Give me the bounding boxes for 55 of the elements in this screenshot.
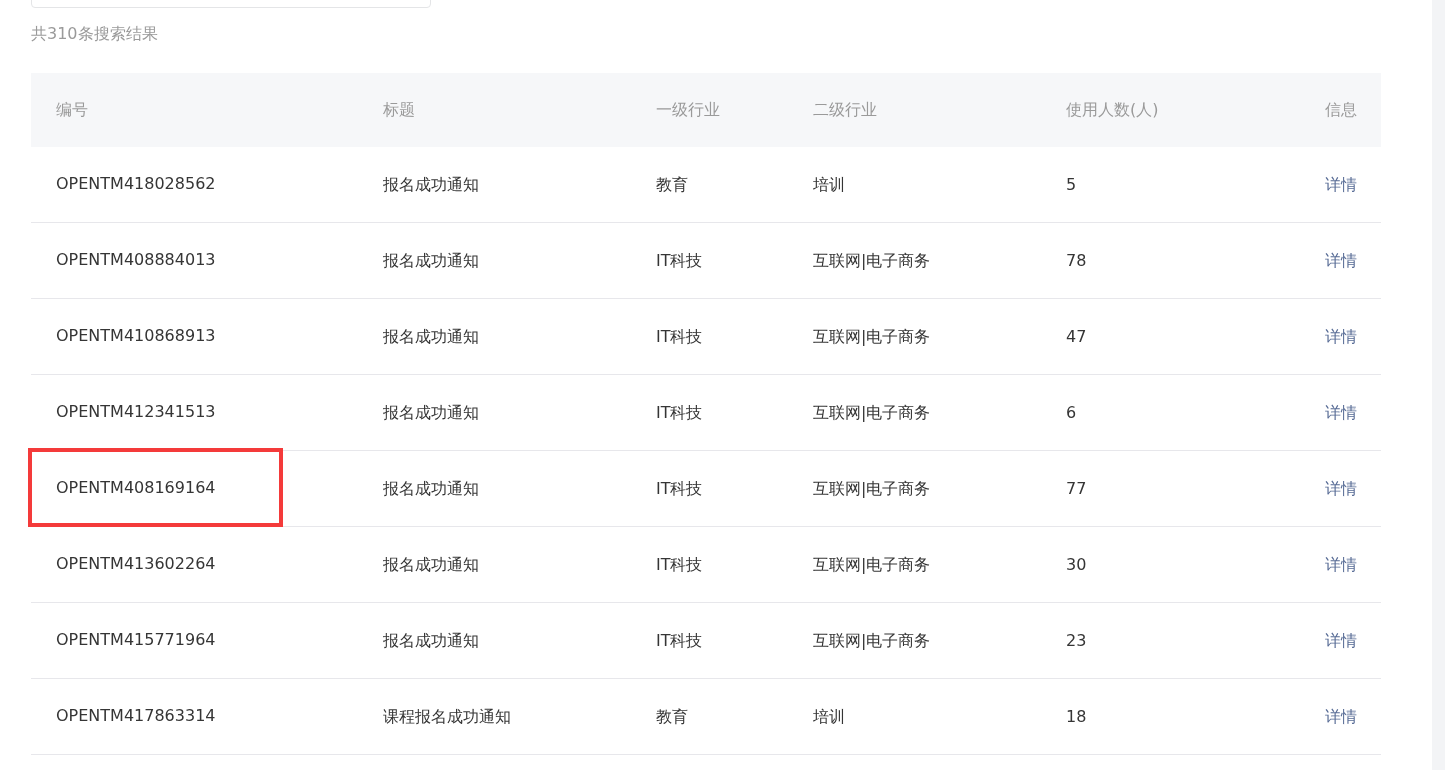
table-cell-text: OPENTM417863314 bbox=[56, 704, 216, 727]
details-link[interactable]: 详情 bbox=[1325, 326, 1357, 346]
table-cell-text: 教育 bbox=[656, 705, 688, 728]
details-link[interactable]: 详情 bbox=[1325, 402, 1357, 422]
column-header: 信息 bbox=[1325, 99, 1357, 121]
table-cell-text: 77 bbox=[1066, 477, 1087, 500]
table-cell-text: OPENTM413602264 bbox=[56, 552, 216, 575]
details-link[interactable]: 详情 bbox=[1325, 554, 1357, 574]
table-cell-text: 教育 bbox=[656, 173, 688, 196]
table-cell-text: OPENTM408884013 bbox=[56, 248, 216, 271]
table-cell-text: IT科技 bbox=[656, 401, 703, 424]
table-cell-text: 课程报名成功通知 bbox=[383, 705, 511, 728]
table-cell-text: 47 bbox=[1066, 325, 1087, 348]
table-cell-text: OPENTM415771964 bbox=[56, 628, 216, 651]
table-cell-text: 报名成功通知 bbox=[383, 553, 479, 576]
table-cell-text: 报名成功通知 bbox=[383, 401, 479, 424]
table-cell-text: OPENTM408169164 bbox=[56, 476, 216, 499]
details-link[interactable]: 详情 bbox=[1325, 250, 1357, 270]
column-header: 编号 bbox=[56, 99, 88, 121]
details-link[interactable]: 详情 bbox=[1325, 630, 1357, 650]
column-header: 二级行业 bbox=[813, 99, 877, 121]
table-cell-text: 18 bbox=[1066, 705, 1087, 728]
table-cell-text: 互联网|电子商务 bbox=[813, 401, 931, 424]
table-cell-text: 报名成功通知 bbox=[383, 173, 479, 196]
table-cell-text: 6 bbox=[1066, 401, 1077, 424]
table-cell-text: 5 bbox=[1066, 173, 1077, 196]
table-cell-text: 互联网|电子商务 bbox=[813, 553, 931, 576]
table-cell-text: 78 bbox=[1066, 249, 1087, 272]
table-cell-text: 报名成功通知 bbox=[383, 629, 479, 652]
table-cell-text: 23 bbox=[1066, 629, 1087, 652]
column-header: 使用人数(人) bbox=[1066, 99, 1159, 121]
table-cell-text: IT科技 bbox=[656, 553, 703, 576]
table-cell-text: IT科技 bbox=[656, 629, 703, 652]
table-cell-text: OPENTM418028562 bbox=[56, 172, 216, 195]
table-cell-text: OPENTM410868913 bbox=[56, 324, 216, 347]
table-cell-text: 报名成功通知 bbox=[383, 249, 479, 272]
result-count: 共310条搜索结果 bbox=[31, 23, 159, 45]
table-cell-text: IT科技 bbox=[656, 249, 703, 272]
column-header: 标题 bbox=[383, 99, 415, 121]
table-cell-text: 报名成功通知 bbox=[383, 325, 479, 348]
table-cell-text: OPENTM412341513 bbox=[56, 400, 216, 423]
table-cell-text: 互联网|电子商务 bbox=[813, 325, 931, 348]
table-cell-text: IT科技 bbox=[656, 325, 703, 348]
details-link[interactable]: 详情 bbox=[1325, 706, 1357, 726]
column-header: 一级行业 bbox=[656, 99, 720, 121]
details-link[interactable]: 详情 bbox=[1325, 478, 1357, 498]
details-link[interactable]: 详情 bbox=[1325, 174, 1357, 194]
table-cell-text: 报名成功通知 bbox=[383, 477, 479, 500]
table-cell-text: 30 bbox=[1066, 553, 1087, 576]
table-cell-text: IT科技 bbox=[656, 477, 703, 500]
table-cell-text: 互联网|电子商务 bbox=[813, 249, 931, 272]
table-cell-text: 互联网|电子商务 bbox=[813, 477, 931, 500]
table-cell-text: 互联网|电子商务 bbox=[813, 629, 931, 652]
table-cell-text: 培训 bbox=[813, 173, 845, 196]
table-cell-text: 培训 bbox=[813, 705, 845, 728]
